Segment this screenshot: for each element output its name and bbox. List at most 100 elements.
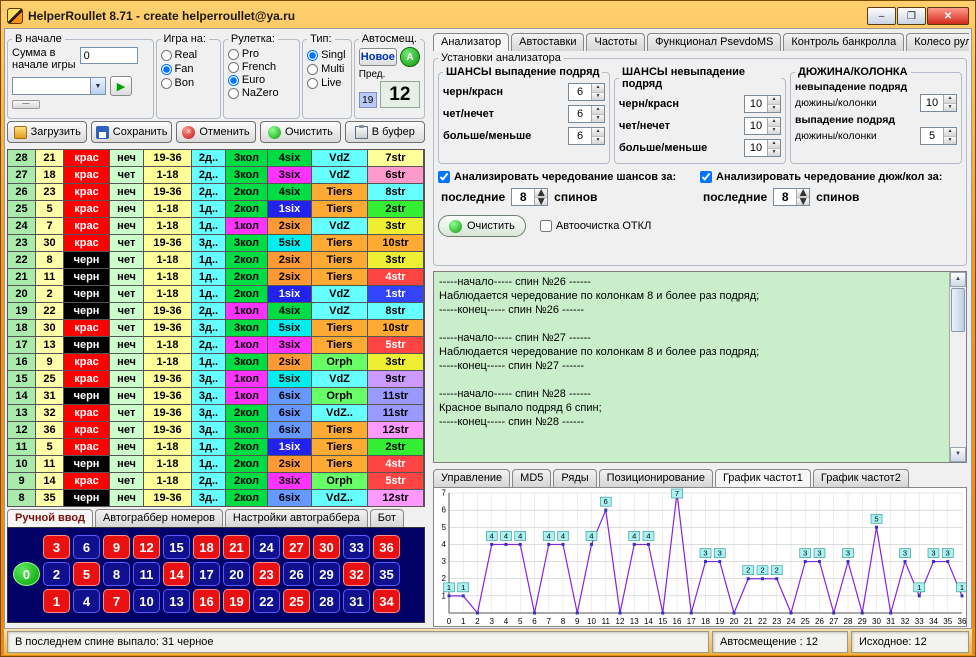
spinner-down-icon[interactable]: ▼ (535, 198, 547, 206)
radio-live-input[interactable] (307, 78, 318, 89)
tab-Функционал PsevdoMS[interactable]: Функционал PsevdoMS (647, 33, 781, 51)
table-row[interactable]: 1011черннеч1-181д..2кол2sixTiers4str (8, 456, 424, 473)
setting-spinner[interactable]: 6▲▼ (568, 105, 605, 123)
radio-singl-input[interactable] (307, 50, 318, 61)
board-number-35[interactable]: 35 (373, 562, 400, 586)
board-number-3[interactable]: 3 (43, 535, 70, 559)
radio-bon-input[interactable] (161, 78, 172, 89)
table-row[interactable]: 2111черннеч1-181д..2кол2sixTiers4str (8, 269, 424, 286)
board-number-24[interactable]: 24 (253, 535, 280, 559)
alt-chances-checkbox[interactable] (438, 171, 450, 183)
clear-button[interactable]: Очистить (260, 121, 340, 143)
board-number-12[interactable]: 12 (133, 535, 160, 559)
board-number-23[interactable]: 23 (253, 562, 280, 586)
spinner-up-icon[interactable]: ▲ (592, 128, 604, 137)
play-button[interactable]: ▶ (110, 76, 132, 96)
board-number-2[interactable]: 2 (43, 562, 70, 586)
log-scrollbar[interactable]: ▲ ▼ (949, 272, 966, 462)
radio-fan[interactable]: Fan (161, 63, 216, 75)
tab-Ручной ввод[interactable]: Ручной ввод (7, 509, 93, 527)
board-number-14[interactable]: 14 (163, 562, 190, 586)
setting-spinner[interactable]: 6▲▼ (568, 127, 605, 145)
close-button[interactable]: ✕ (927, 7, 969, 25)
spinner-down-icon[interactable]: ▼ (768, 105, 780, 113)
spins-table[interactable]: 2821краснеч19-362д..3кол4sixVdZ7str2718к… (7, 149, 425, 507)
board-number-5[interactable]: 5 (73, 562, 100, 586)
board-number-25[interactable]: 25 (283, 589, 310, 613)
spinner-up-icon[interactable]: ▲ (768, 140, 780, 149)
board-number-19[interactable]: 19 (223, 589, 250, 613)
tab-Колесо рул[interactable]: Колесо рул (906, 33, 969, 51)
load-button[interactable]: Загрузить (7, 121, 87, 143)
buffer-button[interactable]: В буфер (345, 121, 425, 143)
table-row[interactable]: 1525краснеч19-363д..1кол5sixVdZ9str (8, 371, 424, 388)
spinner-down-icon[interactable]: ▼ (592, 137, 604, 145)
tab-Позиционирование[interactable]: Позиционирование (599, 469, 713, 487)
board-number-10[interactable]: 10 (133, 589, 160, 613)
alt-dozens-spinner[interactable]: 8 ▲▼ (773, 188, 810, 206)
dozen-miss-spinner[interactable]: 10 ▲▼ (920, 94, 957, 112)
analyzer-clear-button[interactable]: Очистить (438, 215, 526, 237)
alt-chances-spinner[interactable]: 8 ▲▼ (511, 188, 548, 206)
table-row[interactable]: 228чернчет1-181д..2кол2sixTiers3str (8, 252, 424, 269)
board-number-4[interactable]: 4 (73, 589, 100, 613)
analyzer-log[interactable]: -----начало----- спин №26 ------ Наблюда… (433, 271, 967, 463)
radio-nazero-input[interactable] (228, 88, 239, 99)
table-row[interactable]: 202чернчет1-181д..2кол1sixVdZ1str (8, 286, 424, 303)
table-row[interactable]: 914красчет1-182д..2кол3sixOrph5str (8, 473, 424, 490)
new-button[interactable]: Новое (359, 48, 397, 66)
tab-Бот[interactable]: Бот (370, 509, 404, 527)
title-bar[interactable]: HelperRoullet 8.71 - create helperroulle… (4, 4, 972, 28)
table-row[interactable]: 169краснеч1-181д..3кол2sixOrph3str (8, 354, 424, 371)
board-number-30[interactable]: 30 (313, 535, 340, 559)
board-number-33[interactable]: 33 (343, 535, 370, 559)
board-number-26[interactable]: 26 (283, 562, 310, 586)
tab-Управление[interactable]: Управление (433, 469, 510, 487)
board-number-17[interactable]: 17 (193, 562, 220, 586)
spinner-down-icon[interactable]: ▼ (768, 127, 780, 135)
board-number-20[interactable]: 20 (223, 562, 250, 586)
radio-real-input[interactable] (161, 50, 172, 61)
combobox-dropdown-icon[interactable]: ▼ (90, 78, 105, 94)
spinner-up-icon[interactable]: ▲ (592, 84, 604, 93)
spinner-down-icon[interactable]: ▼ (592, 93, 604, 101)
spinner-down-icon[interactable]: ▼ (592, 115, 604, 123)
radio-fan-input[interactable] (161, 64, 172, 75)
setting-spinner[interactable]: 10▲▼ (744, 117, 781, 135)
spinner-down-icon[interactable]: ▼ (944, 137, 956, 145)
table-row[interactable]: 1713черннеч1-182д..1кол3sixTiers5str (8, 337, 424, 354)
alt-dozens-checkbox-row[interactable]: Анализировать чередование дюж/кол за: (700, 171, 962, 183)
board-number-27[interactable]: 27 (283, 535, 310, 559)
setting-spinner[interactable]: 10▲▼ (744, 95, 781, 113)
board-number-18[interactable]: 18 (193, 535, 220, 559)
tab-Автограббер номеров[interactable]: Автограббер номеров (95, 509, 223, 527)
tab-Анализатор[interactable]: Анализатор (433, 33, 509, 51)
scroll-up-icon[interactable]: ▲ (950, 272, 966, 287)
tab-Автоставки[interactable]: Автоставки (511, 33, 584, 51)
radio-real[interactable]: Real (161, 49, 216, 61)
tab-График частот1[interactable]: График частот1 (715, 469, 811, 487)
table-row[interactable]: 1830красчет19-363д..3кол5sixTiers10str (8, 320, 424, 337)
radio-pro-input[interactable] (228, 49, 239, 60)
spinner-up-icon[interactable]: ▲ (944, 95, 956, 104)
table-row[interactable]: 115краснеч1-181д..2кол1sixTiers2str (8, 439, 424, 456)
board-number-28[interactable]: 28 (313, 589, 340, 613)
table-row[interactable]: 247краснеч1-181д..1кол2sixVdZ3str (8, 218, 424, 235)
tab-Частоты[interactable]: Частоты (586, 33, 645, 51)
board-number-34[interactable]: 34 (373, 589, 400, 613)
tab-MD5[interactable]: MD5 (512, 469, 551, 487)
radio-multi[interactable]: Multi (307, 63, 347, 75)
radio-multi-input[interactable] (307, 64, 318, 75)
table-row[interactable]: 1236красчет19-363д..3кол6sixTiers12str (8, 422, 424, 439)
board-number-21[interactable]: 21 (223, 535, 250, 559)
table-row[interactable]: 2718красчет1-182д..3кол3sixVdZ6str (8, 167, 424, 184)
spinner-up-icon[interactable]: ▲ (768, 96, 780, 105)
spinner-up-icon[interactable]: ▲ (768, 118, 780, 127)
board-number-31[interactable]: 31 (343, 589, 370, 613)
board-number-1[interactable]: 1 (43, 589, 70, 613)
board-number-11[interactable]: 11 (133, 562, 160, 586)
tab-Настройки автограббера[interactable]: Настройки автограббера (225, 509, 368, 527)
minimize-button[interactable]: – (867, 7, 896, 25)
spinner-up-icon[interactable]: ▲ (592, 106, 604, 115)
board-number-22[interactable]: 22 (253, 589, 280, 613)
